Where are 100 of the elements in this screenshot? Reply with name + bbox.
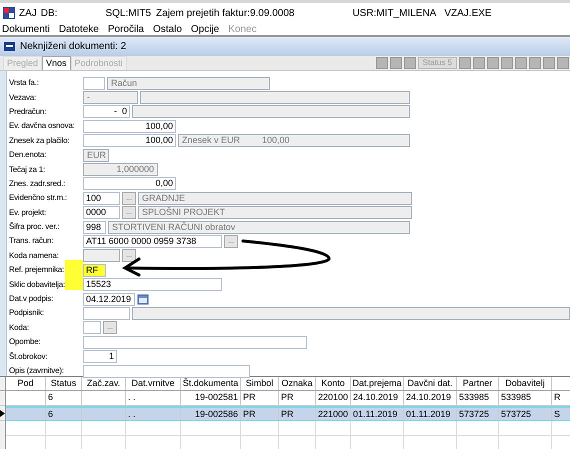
field-label: Koda: [8, 322, 30, 334]
document-title: Neknjiženi dokumenti: 2 [20, 40, 126, 54]
table-cell: 24.10.2019 [404, 391, 457, 405]
field-label: Evidenčno str.m.: [8, 192, 68, 204]
input-field[interactable]: 15523 [83, 278, 222, 292]
column-header[interactable]: Status [46, 377, 82, 390]
input-field[interactable]: 1 [83, 350, 117, 364]
table-cell: 6 [46, 408, 82, 420]
field-label: Predračun: [8, 106, 48, 118]
toolbar-icon[interactable] [404, 57, 416, 69]
field-label: Tečaj za 1: [8, 164, 46, 176]
table-cell: S [552, 408, 570, 420]
toolbar-icon[interactable] [473, 57, 485, 69]
toolbar-icon[interactable] [501, 57, 513, 69]
menu-item[interactable]: Dokumenti [2, 22, 50, 36]
input-field[interactable] [83, 364, 250, 378]
tab[interactable]: Vnos [42, 56, 71, 70]
field-label: Ref. prejemnika: [8, 264, 66, 276]
table-cell: 533985 [457, 391, 499, 405]
table-cell: . . [126, 391, 181, 405]
toolbar-icon[interactable] [487, 57, 499, 69]
menu-item[interactable]: Opcije [190, 22, 220, 36]
toolbar-icon[interactable] [390, 57, 402, 69]
column-header[interactable]: Št.dokumenta [181, 377, 241, 390]
readonly-field: STORTIVENI RAČUNI obratov [108, 220, 410, 234]
input-field[interactable]: 100,00 [83, 120, 176, 133]
exe-label: VZAJ.EXE [444, 6, 492, 20]
readonly-field: - [83, 91, 138, 104]
input-field[interactable]: 100,00 [83, 134, 176, 148]
column-header[interactable]: Dat.prejema [351, 377, 404, 390]
field-label: Št.obrokov: [8, 350, 48, 363]
readonly-field: Račun [107, 76, 270, 90]
input-field[interactable]: RF [83, 264, 106, 277]
field-label: Den.enota: [8, 149, 48, 162]
table-cell: PR [241, 391, 279, 405]
field-label: Opombe: [8, 336, 42, 348]
table-cell: PR [241, 408, 279, 420]
readonly-field: SPLOŠNI PROJEKT [138, 206, 412, 220]
toolbar-icon[interactable] [529, 57, 541, 69]
table-cell: 19-002586 [181, 408, 241, 420]
column-header[interactable]: Partner [457, 377, 499, 390]
table-cell: 6 [46, 391, 82, 405]
table-cell: 573725 [499, 408, 552, 420]
toolbar-icon[interactable] [515, 57, 527, 69]
toolbar-icon[interactable] [543, 57, 555, 69]
table-cell: 221000 [316, 408, 351, 420]
field-value: 100,00 [262, 135, 290, 146]
field-label: Vrsta fa.: [8, 77, 40, 90]
toolbar-icon[interactable] [557, 57, 569, 69]
column-header[interactable]: Dobavitelj [499, 377, 552, 390]
toolbar-icon[interactable] [459, 57, 471, 69]
column-header[interactable]: Dat.vrnitve [126, 377, 181, 390]
column-header[interactable]: Pod [6, 377, 46, 390]
field-label: Šifra proc. ver.: [8, 221, 60, 234]
input-field[interactable]: 04.12.2019 [83, 292, 135, 306]
input-field[interactable]: 998 [83, 220, 106, 234]
table-cell: R [552, 391, 570, 405]
field-label: Ev. projekt: [8, 206, 48, 219]
table-row[interactable]: 6 . . 19-002581 PR PR 220100 24.10.2019 24.10.2019 533985 533985 R [6, 391, 570, 406]
field-label: Znesek za plačilo: [8, 134, 70, 147]
column-header[interactable]: Zač.zav. [82, 377, 126, 390]
table-row[interactable]: 6 . . 19-002586 PR PR 221000 01.11.2019 01.11.2019 573725 573725 S [6, 406, 570, 421]
table-cell: 220100 [316, 391, 351, 405]
column-header[interactable]: Oznaka [279, 377, 316, 390]
document-icon [4, 42, 15, 51]
column-header[interactable]: Konto [316, 377, 351, 390]
calendar-icon[interactable] [137, 293, 149, 306]
readonly-field: 1,000000 [83, 163, 158, 176]
app-name: ZAJ [19, 6, 37, 20]
column-header[interactable]: Simbol [241, 377, 279, 390]
table-cell: 24.10.2019 [351, 391, 404, 405]
input-field[interactable]: AT11 6000 0000 0959 3738 [83, 234, 222, 248]
readonly-field: EUR [83, 148, 109, 162]
field-label: Sklic dobavitelja: [8, 278, 66, 291]
table-cell: PR [279, 391, 316, 405]
db-label: DB: [40, 6, 58, 20]
input-field[interactable]: 100 [83, 192, 120, 205]
readonly-field: GRADNJE [138, 192, 412, 205]
table-cell: 01.11.2019 [351, 408, 404, 420]
menu-item[interactable]: Datoteke [58, 22, 99, 36]
field-label: Trans. račun: [8, 235, 54, 248]
field-label: Vezava: [8, 92, 38, 104]
column-header[interactable]: Davčni dat. [404, 377, 457, 390]
toolbar-icon[interactable] [376, 57, 388, 69]
input-field[interactable] [83, 306, 130, 320]
field-label: Koda namena: [8, 250, 60, 262]
field-label: Znesek v EUR [182, 135, 240, 146]
table-cell: PR [279, 408, 316, 420]
readonly-field [83, 249, 120, 262]
input-field[interactable] [83, 76, 105, 90]
input-field[interactable] [83, 336, 307, 349]
input-field[interactable]: 0000 [83, 206, 120, 220]
table-cell: 573725 [457, 408, 499, 420]
menu-item[interactable]: Poročila [108, 22, 144, 36]
input-field[interactable]: - 0 [83, 105, 130, 118]
input-field[interactable] [83, 321, 101, 334]
input-field[interactable]: 0,00 [83, 177, 176, 190]
table-cell: 19-002581 [181, 391, 241, 405]
table-cell: 01.11.2019 [404, 408, 457, 420]
menu-item[interactable]: Ostalo [152, 22, 182, 36]
